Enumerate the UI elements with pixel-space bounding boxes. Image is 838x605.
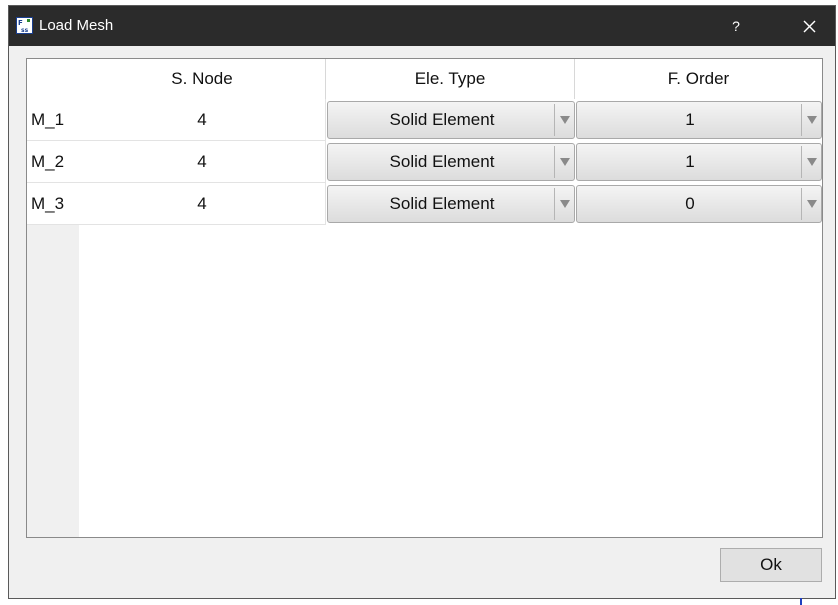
- ele-type-dropdown[interactable]: Solid Element: [327, 143, 575, 181]
- table-corner: [27, 59, 79, 99]
- f-order-value: 1: [685, 152, 695, 171]
- column-header-f-order[interactable]: F. Order: [575, 59, 822, 99]
- background-window-edge: [800, 598, 802, 605]
- mesh-table: S. Node Ele. Type F. Order M_1 4 Solid E…: [26, 58, 823, 538]
- dropdown-arrow[interactable]: [554, 188, 574, 220]
- ok-button[interactable]: Ok: [720, 548, 822, 582]
- chevron-down-icon: [560, 116, 570, 124]
- s-node-cell[interactable]: 4: [79, 183, 326, 225]
- f-order-dropdown[interactable]: 0: [576, 185, 822, 223]
- f-order-dropdown[interactable]: 1: [576, 101, 822, 139]
- f-order-dropdown[interactable]: 1: [576, 143, 822, 181]
- ele-type-value: Solid Element: [389, 110, 495, 129]
- close-icon: [803, 20, 815, 33]
- app-icon: F ss: [16, 17, 33, 34]
- f-order-value: 1: [685, 110, 695, 129]
- ele-type-dropdown[interactable]: Solid Element: [327, 185, 575, 223]
- dropdown-arrow[interactable]: [801, 146, 821, 178]
- svg-text:F: F: [18, 19, 23, 27]
- chevron-down-icon: [807, 200, 817, 208]
- dropdown-arrow[interactable]: [554, 146, 574, 178]
- ele-type-value: Solid Element: [389, 194, 495, 213]
- title-bar[interactable]: F ss Load Mesh ?: [9, 6, 835, 46]
- f-order-value: 0: [685, 194, 695, 213]
- dropdown-arrow[interactable]: [801, 104, 821, 136]
- row-header-m1[interactable]: M_1: [27, 99, 79, 141]
- dropdown-arrow[interactable]: [801, 188, 821, 220]
- row-header-m3[interactable]: M_3: [27, 183, 79, 225]
- ele-type-value: Solid Element: [389, 152, 495, 171]
- s-node-cell[interactable]: 4: [79, 99, 326, 141]
- chevron-down-icon: [560, 200, 570, 208]
- window-title: Load Mesh: [39, 17, 114, 34]
- s-node-cell[interactable]: 4: [79, 141, 326, 183]
- chevron-down-icon: [807, 158, 817, 166]
- chevron-down-icon: [560, 158, 570, 166]
- close-button[interactable]: [793, 12, 825, 40]
- ele-type-dropdown[interactable]: Solid Element: [327, 101, 575, 139]
- chevron-down-icon: [807, 116, 817, 124]
- dropdown-arrow[interactable]: [554, 104, 574, 136]
- column-header-s-node[interactable]: S. Node: [79, 59, 326, 99]
- svg-text:ss: ss: [21, 27, 29, 33]
- help-button[interactable]: ?: [723, 12, 749, 40]
- row-header-m2[interactable]: M_2: [27, 141, 79, 183]
- load-mesh-dialog: F ss Load Mesh ? S. Node Ele. Type F. Or…: [8, 5, 836, 599]
- column-header-ele-type[interactable]: Ele. Type: [326, 59, 575, 99]
